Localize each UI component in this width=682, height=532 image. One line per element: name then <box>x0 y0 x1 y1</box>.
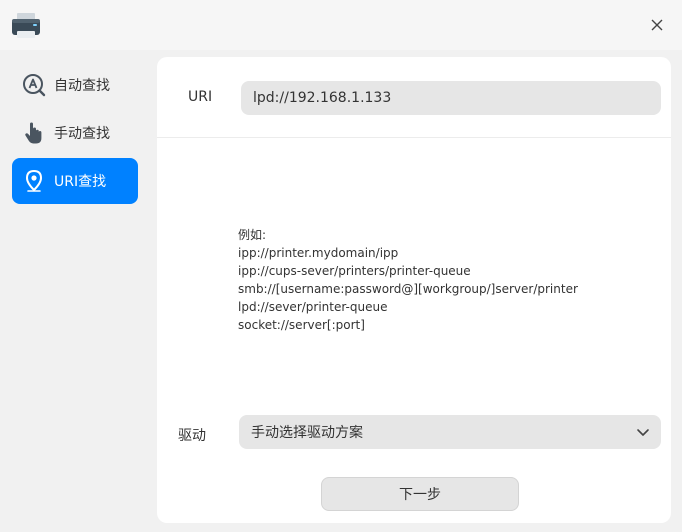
uri-label: URI <box>188 89 213 105</box>
uri-examples: 例如: ipp://printer.mydomain/ipp ipp://cup… <box>238 226 578 334</box>
title-bar <box>0 0 682 50</box>
uri-input[interactable]: lpd://192.168.1.133 <box>241 81 661 115</box>
sidebar-item-label: 自动查找 <box>54 78 110 94</box>
examples-heading: 例如: <box>238 228 267 242</box>
sidebar-item-uri-search[interactable]: URI查找 <box>12 158 138 204</box>
sidebar-item-label: 手动查找 <box>54 126 110 142</box>
sidebar-item-label: URI查找 <box>54 174 107 190</box>
printer-icon <box>11 13 41 39</box>
example-line: lpd://sever/printer-queue <box>238 300 388 314</box>
example-line: smb://[username:password@][workgroup/]se… <box>238 282 578 296</box>
sidebar-item-manual-search[interactable]: 手动查找 <box>12 110 138 156</box>
sidebar: 自动查找 手动查找 URI查找 <box>0 52 150 532</box>
location-pin-icon <box>22 169 46 193</box>
uri-row: URI lpd://192.168.1.133 <box>157 57 671 138</box>
close-button[interactable] <box>643 12 671 40</box>
sidebar-item-auto-search[interactable]: 自动查找 <box>12 62 138 108</box>
example-line: ipp://cups-sever/printers/printer-queue <box>238 264 471 278</box>
driver-label: 驱动 <box>178 428 206 444</box>
example-line: ipp://printer.mydomain/ipp <box>238 246 399 260</box>
driver-selected-value: 手动选择驱动方案 <box>251 425 363 441</box>
chevron-down-icon <box>635 424 651 440</box>
uri-panel: URI lpd://192.168.1.133 例如: ipp://printe… <box>157 57 671 523</box>
driver-select[interactable]: 手动选择驱动方案 <box>239 415 661 449</box>
printer-add-dialog: 自动查找 手动查找 URI查找 URI lpd://192.168.1.133 … <box>0 0 682 532</box>
example-line: socket://server[:port] <box>238 318 365 332</box>
auto-search-icon <box>22 73 46 97</box>
next-button[interactable]: 下一步 <box>321 477 519 511</box>
close-icon <box>650 17 664 36</box>
hand-pointer-icon <box>22 121 46 145</box>
